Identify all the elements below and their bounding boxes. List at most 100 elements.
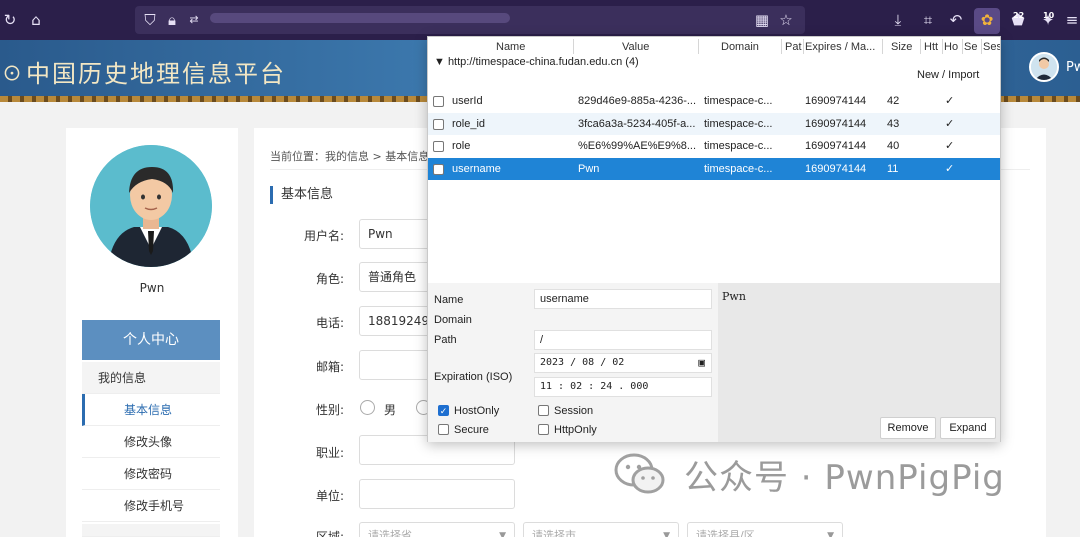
secure-label: Secure	[454, 424, 489, 436]
extension-badge-count-2: 10	[1043, 11, 1055, 20]
org-label: 单位:	[315, 489, 344, 503]
column-divider[interactable]	[573, 39, 574, 54]
column-header-name[interactable]: Name	[496, 39, 556, 55]
province-select[interactable]: 请选择省 ▼	[359, 522, 515, 537]
breadcrumb: 当前位置：我的信息 > 基本信息	[270, 150, 430, 163]
district-select[interactable]: 请选择县/区 ▼	[687, 522, 843, 537]
hostonly-check-icon: ✓	[945, 140, 955, 152]
menu-item-change-password[interactable]: 修改密码	[82, 458, 220, 490]
cookie-name: userId	[452, 95, 483, 107]
column-header-expires[interactable]: Expires / Ma...	[805, 39, 885, 55]
column-header-hostonly[interactable]: Ho	[944, 39, 961, 55]
column-header-session[interactable]: Ses	[983, 39, 1000, 55]
column-header-value[interactable]: Value	[622, 39, 682, 55]
menu-icon[interactable]: ≡	[1062, 10, 1080, 30]
undo-icon[interactable]: ↶	[946, 10, 966, 30]
column-divider[interactable]	[781, 39, 782, 54]
new-import-button[interactable]: New / Import	[917, 69, 979, 81]
site-title-text: 中国历史地理信息平台	[26, 60, 286, 88]
cookie-value-text[interactable]: Pwn	[722, 290, 746, 303]
column-divider[interactable]	[962, 39, 963, 54]
header-username[interactable]: Pwn	[1066, 60, 1080, 75]
org-field[interactable]	[359, 479, 515, 509]
profile-name: Pwn	[139, 281, 165, 295]
cookie-row-selected[interactable]: username Pwn timespace-c... 1690974144 1…	[428, 158, 1000, 180]
cookie-domain: timespace-c...	[704, 140, 773, 152]
httponly-checkbox[interactable]	[538, 424, 549, 435]
cookie-value: 3fca6a3a-5234-405f-a...	[578, 118, 696, 130]
header-avatar[interactable]	[1029, 52, 1059, 82]
cookie-name: username	[452, 163, 501, 175]
cookie-value-editor[interactable]: Pwn Remove Expand	[718, 283, 1000, 442]
column-divider[interactable]	[698, 39, 699, 54]
bookmark-star-icon[interactable]: ☆	[776, 10, 796, 30]
secure-checkbox[interactable]	[438, 424, 449, 435]
watermark-text: 公众号 · PwnPigPig	[684, 457, 1005, 498]
expiration-time-input[interactable]: 11 : 02 : 24 . 000	[534, 377, 712, 397]
reload-icon[interactable]: ↻	[0, 10, 20, 30]
job-label: 职业:	[315, 446, 344, 460]
column-header-httponly[interactable]: Htt	[924, 39, 941, 55]
column-header-path[interactable]: Pat	[785, 39, 803, 55]
lock-icon[interactable]: 🔒︎	[162, 10, 182, 30]
expiration-date-input[interactable]: 2023 / 08 / 02 ▣	[534, 353, 712, 373]
browser-toolbar: ↻ ⌂ ⛉ 🔒︎ ⇄ ▦ ☆ ⤓ ⌗ ↶ ✿ ⬟ 22 ✦ 10 ≡	[0, 0, 1080, 40]
cookie-expires: 1690974144	[805, 118, 867, 130]
column-divider[interactable]	[920, 39, 921, 54]
menu-item-change-phone[interactable]: 修改手机号	[82, 490, 220, 522]
column-header-secure[interactable]: Se	[964, 39, 981, 55]
cookie-domain: timespace-c...	[704, 163, 773, 175]
domain-group-toggle[interactable]: ▼ http://timespace-china.fudan.edu.cn (4…	[434, 56, 639, 68]
session-checkbox[interactable]	[538, 405, 549, 416]
home-icon[interactable]: ⌂	[26, 10, 46, 30]
permissions-icon[interactable]: ⇄	[184, 10, 204, 30]
username-label: 用户名:	[303, 229, 344, 243]
expiration-date-text: 2023 / 08 / 02	[540, 357, 625, 368]
download-icon[interactable]: ⤓	[888, 10, 908, 30]
cookie-name-input[interactable]: username	[534, 289, 712, 309]
cookie-expires: 1690974144	[805, 140, 867, 152]
row-checkbox[interactable]	[433, 141, 444, 152]
site-title[interactable]: ☉中国历史地理信息平台	[0, 54, 286, 89]
gender-male-radio[interactable]	[360, 400, 375, 415]
menu-item-basic-info[interactable]: 基本信息	[82, 394, 220, 426]
column-divider[interactable]	[882, 39, 883, 54]
cookie-value: %E6%99%AE%E9%8...	[578, 140, 696, 152]
role-label: 角色:	[315, 272, 344, 286]
menu-group-my-info[interactable]: 我的信息	[82, 362, 220, 394]
cookie-row[interactable]: userId 829d46e9-885a-4236-... timespace-…	[428, 90, 1000, 112]
menu-group-next[interactable]	[82, 524, 220, 537]
wechat-logo-icon	[614, 452, 666, 496]
cookie-path-input[interactable]: /	[534, 330, 712, 350]
cookie-expires: 1690974144	[805, 95, 867, 107]
row-checkbox[interactable]	[433, 119, 444, 130]
cookie-row[interactable]: role %E6%99%AE%E9%8... timespace-c... 16…	[428, 135, 1000, 157]
crop-icon[interactable]: ⌗	[918, 10, 938, 30]
column-divider[interactable]	[942, 39, 943, 54]
chevron-down-icon: ▼	[663, 531, 670, 537]
column-header-size[interactable]: Size	[891, 39, 921, 55]
city-select[interactable]: 请选择市 ▼	[523, 522, 679, 537]
shield-icon[interactable]: ⛉	[140, 10, 160, 30]
column-header-domain[interactable]: Domain	[721, 39, 781, 55]
calendar-icon[interactable]: ▣	[698, 354, 705, 372]
cookie-name: role	[452, 140, 471, 152]
column-divider[interactable]	[803, 39, 804, 54]
column-divider[interactable]	[981, 39, 982, 54]
row-checkbox[interactable]	[433, 164, 444, 175]
remove-button[interactable]: Remove	[880, 417, 936, 439]
path-label: Path	[434, 334, 457, 346]
qr-code-icon[interactable]: ▦	[752, 10, 772, 30]
menu-item-change-avatar[interactable]: 修改头像	[82, 426, 220, 458]
province-placeholder: 请选择省	[368, 529, 412, 537]
expand-button[interactable]: Expand	[940, 417, 996, 439]
cookie-icon: ✿	[980, 11, 994, 29]
hostonly-checkbox[interactable]: ✓	[438, 405, 449, 416]
hostonly-check-icon: ✓	[945, 95, 955, 107]
row-checkbox[interactable]	[433, 96, 444, 107]
cookie-name: role_id	[452, 118, 486, 130]
district-placeholder: 请选择县/区	[696, 529, 755, 537]
cookie-row[interactable]: role_id 3fca6a3a-5234-405f-a... timespac…	[428, 113, 1000, 135]
watermark: 公众号 · PwnPigPig	[614, 452, 1005, 498]
expiration-label: Expiration (ISO)	[434, 371, 513, 383]
